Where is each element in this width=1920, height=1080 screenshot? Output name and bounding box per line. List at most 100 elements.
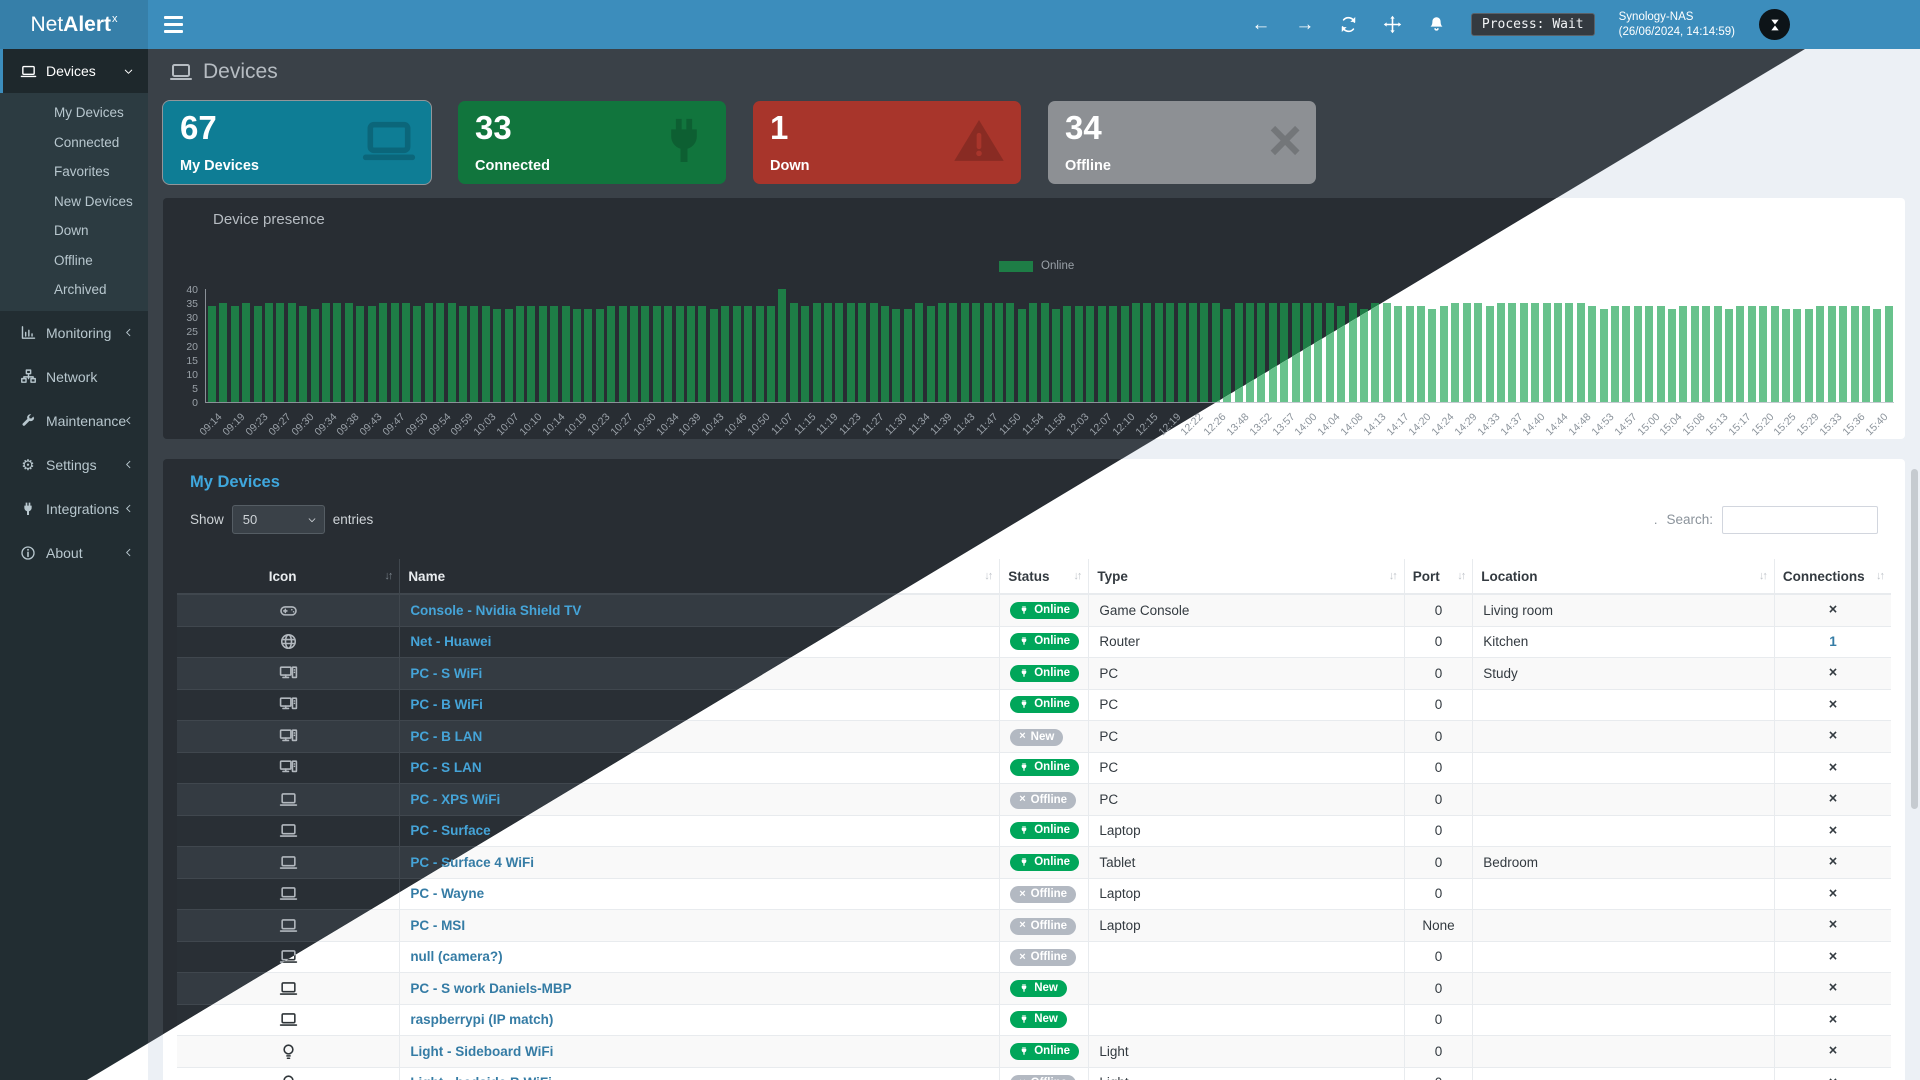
sidebar-item-devices[interactable]: Devices: [0, 49, 148, 93]
device-name-link[interactable]: Light - bedside B WiFi: [410, 1075, 552, 1080]
stat-card-down[interactable]: 1 Down: [753, 101, 1021, 184]
info-icon: [19, 544, 37, 562]
chart-bar: [1759, 306, 1767, 402]
chart-bar: [1086, 306, 1094, 402]
chart-bar: [607, 306, 615, 402]
sidebar-item-monitoring[interactable]: Monitoring: [0, 311, 148, 355]
sidebar-item-connected[interactable]: Connected: [0, 128, 148, 158]
nav-back-icon[interactable]: ←: [1251, 15, 1271, 35]
notifications-bell-icon[interactable]: [1427, 15, 1447, 35]
sidebar-item-archived[interactable]: Archived: [0, 275, 148, 305]
chart-legend: Online: [999, 260, 1074, 272]
sort-icon: ↓↑: [1389, 570, 1396, 582]
device-name-link[interactable]: PC - B WiFi: [410, 697, 483, 712]
device-name-link[interactable]: PC - Surface: [410, 823, 490, 838]
column-header-connections[interactable]: Connections↓↑: [1774, 559, 1891, 594]
device-name-link[interactable]: raspberrypi (IP match): [410, 1012, 553, 1027]
location-cell: Living room: [1473, 594, 1775, 626]
status-badge: ×Offline: [1010, 949, 1076, 966]
sidebar-toggle-button[interactable]: [148, 0, 198, 49]
column-header-type[interactable]: Type↓↑: [1089, 559, 1404, 594]
user-avatar[interactable]: [1759, 9, 1790, 40]
move-icon[interactable]: [1383, 15, 1403, 35]
refresh-icon[interactable]: [1339, 15, 1359, 35]
sidebar-item-settings[interactable]: ⚙ Settings: [0, 443, 148, 487]
device-name-link[interactable]: PC - XPS WiFi: [410, 792, 500, 807]
chart-bar: [596, 309, 604, 402]
device-name-link[interactable]: Net - Huawei: [410, 634, 491, 649]
x-icon: ×: [1829, 917, 1837, 933]
sidebar-item-favorites[interactable]: Favorites: [0, 157, 148, 187]
app-logo[interactable]: NetAlertx: [0, 0, 148, 49]
device-name-link[interactable]: PC - S work Daniels-MBP: [410, 981, 571, 996]
column-header-port[interactable]: Port↓↑: [1404, 559, 1473, 594]
device-name-link[interactable]: null (camera?): [410, 949, 502, 964]
device-name-link[interactable]: PC - S WiFi: [410, 666, 482, 681]
chart-bar: [288, 303, 296, 402]
chart-bar: [1474, 303, 1482, 402]
laptop-icon: [279, 821, 298, 840]
y-tick-label: 40: [186, 284, 198, 296]
sidebar-item-down[interactable]: Down: [0, 216, 148, 246]
chart-bar: [1052, 309, 1060, 402]
device-name-link[interactable]: Console - Nvidia Shield TV: [410, 603, 581, 618]
chart-bar: [801, 306, 809, 402]
sidebar-item-my-devices[interactable]: My Devices: [0, 98, 148, 128]
scrollbar-thumb[interactable]: [1911, 469, 1918, 809]
chart-bar: [482, 306, 490, 402]
port-cell: 0: [1404, 594, 1473, 626]
page-size-select[interactable]: 50: [232, 505, 325, 534]
connections-cell: ×: [1774, 910, 1891, 942]
chart-bar: [1714, 306, 1722, 402]
device-icon-cell: [177, 847, 400, 879]
chart-bar: [1235, 303, 1243, 402]
device-name-link[interactable]: Light - Sideboard WiFi: [410, 1044, 553, 1059]
port-cell: 0: [1404, 689, 1473, 721]
column-header-location[interactable]: Location↓↑: [1473, 559, 1775, 594]
sidebar-item-new-devices[interactable]: New Devices: [0, 187, 148, 217]
y-tick-label: 5: [192, 383, 198, 395]
chart-bar: [892, 309, 900, 402]
connections-link[interactable]: 1: [1829, 634, 1837, 649]
x-icon: ×: [1829, 980, 1837, 996]
location-cell: [1473, 752, 1775, 784]
column-header-icon[interactable]: Icon↓↑: [177, 559, 400, 594]
sort-icon: ↓↑: [384, 570, 391, 582]
page-title-bar: Devices: [148, 49, 1920, 94]
status-badge: Online: [1010, 633, 1079, 650]
sidebar-item-maintenance[interactable]: Maintenance: [0, 399, 148, 443]
status-badge: Online: [1010, 1043, 1079, 1060]
chart-bar: [436, 303, 444, 402]
chevron-left-icon: [123, 503, 134, 514]
port-cell: None: [1404, 910, 1473, 942]
laptop-icon: [279, 1010, 298, 1029]
sitemap-icon: [19, 368, 37, 386]
device-name-link[interactable]: PC - MSI: [410, 918, 465, 933]
chevron-left-icon: [123, 327, 134, 338]
desktop-icon: [279, 727, 298, 746]
stat-card-connected[interactable]: 33 Connected: [458, 101, 726, 184]
sort-icon: ↓↑: [1759, 570, 1766, 582]
search-input[interactable]: [1722, 506, 1878, 534]
chart-bar: [1098, 306, 1106, 402]
plug-icon: [1019, 1014, 1029, 1024]
chart-bar: [915, 303, 923, 402]
sidebar-item-network[interactable]: Network: [0, 355, 148, 399]
stat-card-offline[interactable]: 34 Offline ×: [1048, 101, 1316, 184]
sidebar-item-about[interactable]: About: [0, 531, 148, 575]
sidebar-item-offline[interactable]: Offline: [0, 246, 148, 276]
column-header-status[interactable]: Status↓↑: [1000, 559, 1089, 594]
port-cell: 0: [1404, 815, 1473, 847]
x-icon: ×: [1829, 760, 1837, 776]
chart-bar: [744, 306, 752, 402]
chart-icon: [19, 324, 37, 342]
sidebar-item-integrations[interactable]: Integrations: [0, 487, 148, 531]
location-cell: [1473, 1036, 1775, 1068]
device-name-link[interactable]: PC - B LAN: [410, 729, 482, 744]
location-cell: [1473, 1004, 1775, 1036]
stat-card-my-devices[interactable]: 67 My Devices: [163, 101, 431, 184]
status-cell: ×Offline: [1000, 1067, 1089, 1080]
nav-forward-icon[interactable]: →: [1295, 15, 1315, 35]
device-name-link[interactable]: PC - S LAN: [410, 760, 481, 775]
device-name-link[interactable]: PC - Wayne: [410, 886, 484, 901]
